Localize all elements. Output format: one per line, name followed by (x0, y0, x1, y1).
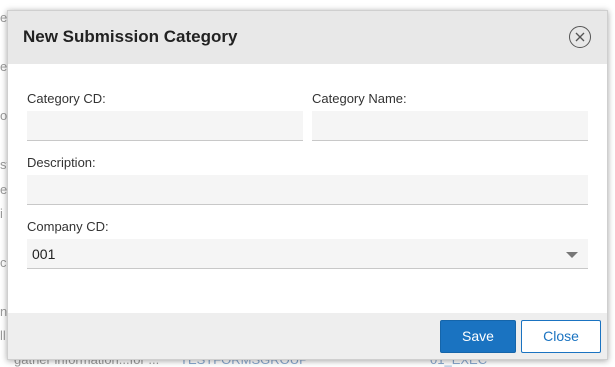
save-button[interactable]: Save (440, 320, 516, 353)
chevron-down-icon (566, 252, 578, 258)
background-text: i (0, 206, 3, 221)
category-cd-label: Category CD: (27, 91, 106, 106)
dialog-header: New Submission Category (8, 11, 607, 64)
description-input[interactable] (27, 175, 588, 205)
dialog-footer: Save Close (8, 313, 607, 359)
close-icon[interactable] (569, 26, 591, 48)
company-cd-select[interactable]: 001 (27, 239, 588, 269)
dialog-title: New Submission Category (23, 27, 238, 46)
description-label: Description: (27, 155, 96, 170)
company-cd-value: 001 (32, 246, 56, 262)
category-cd-input[interactable] (27, 111, 303, 141)
new-submission-category-dialog: New Submission Category Category CD: Cat… (7, 10, 608, 360)
category-name-input[interactable] (312, 111, 588, 141)
company-cd-label: Company CD: (27, 219, 109, 234)
category-name-label: Category Name: (312, 91, 407, 106)
close-x-icon (575, 32, 585, 42)
background-text: ll (0, 328, 6, 343)
close-button[interactable]: Close (521, 320, 601, 353)
